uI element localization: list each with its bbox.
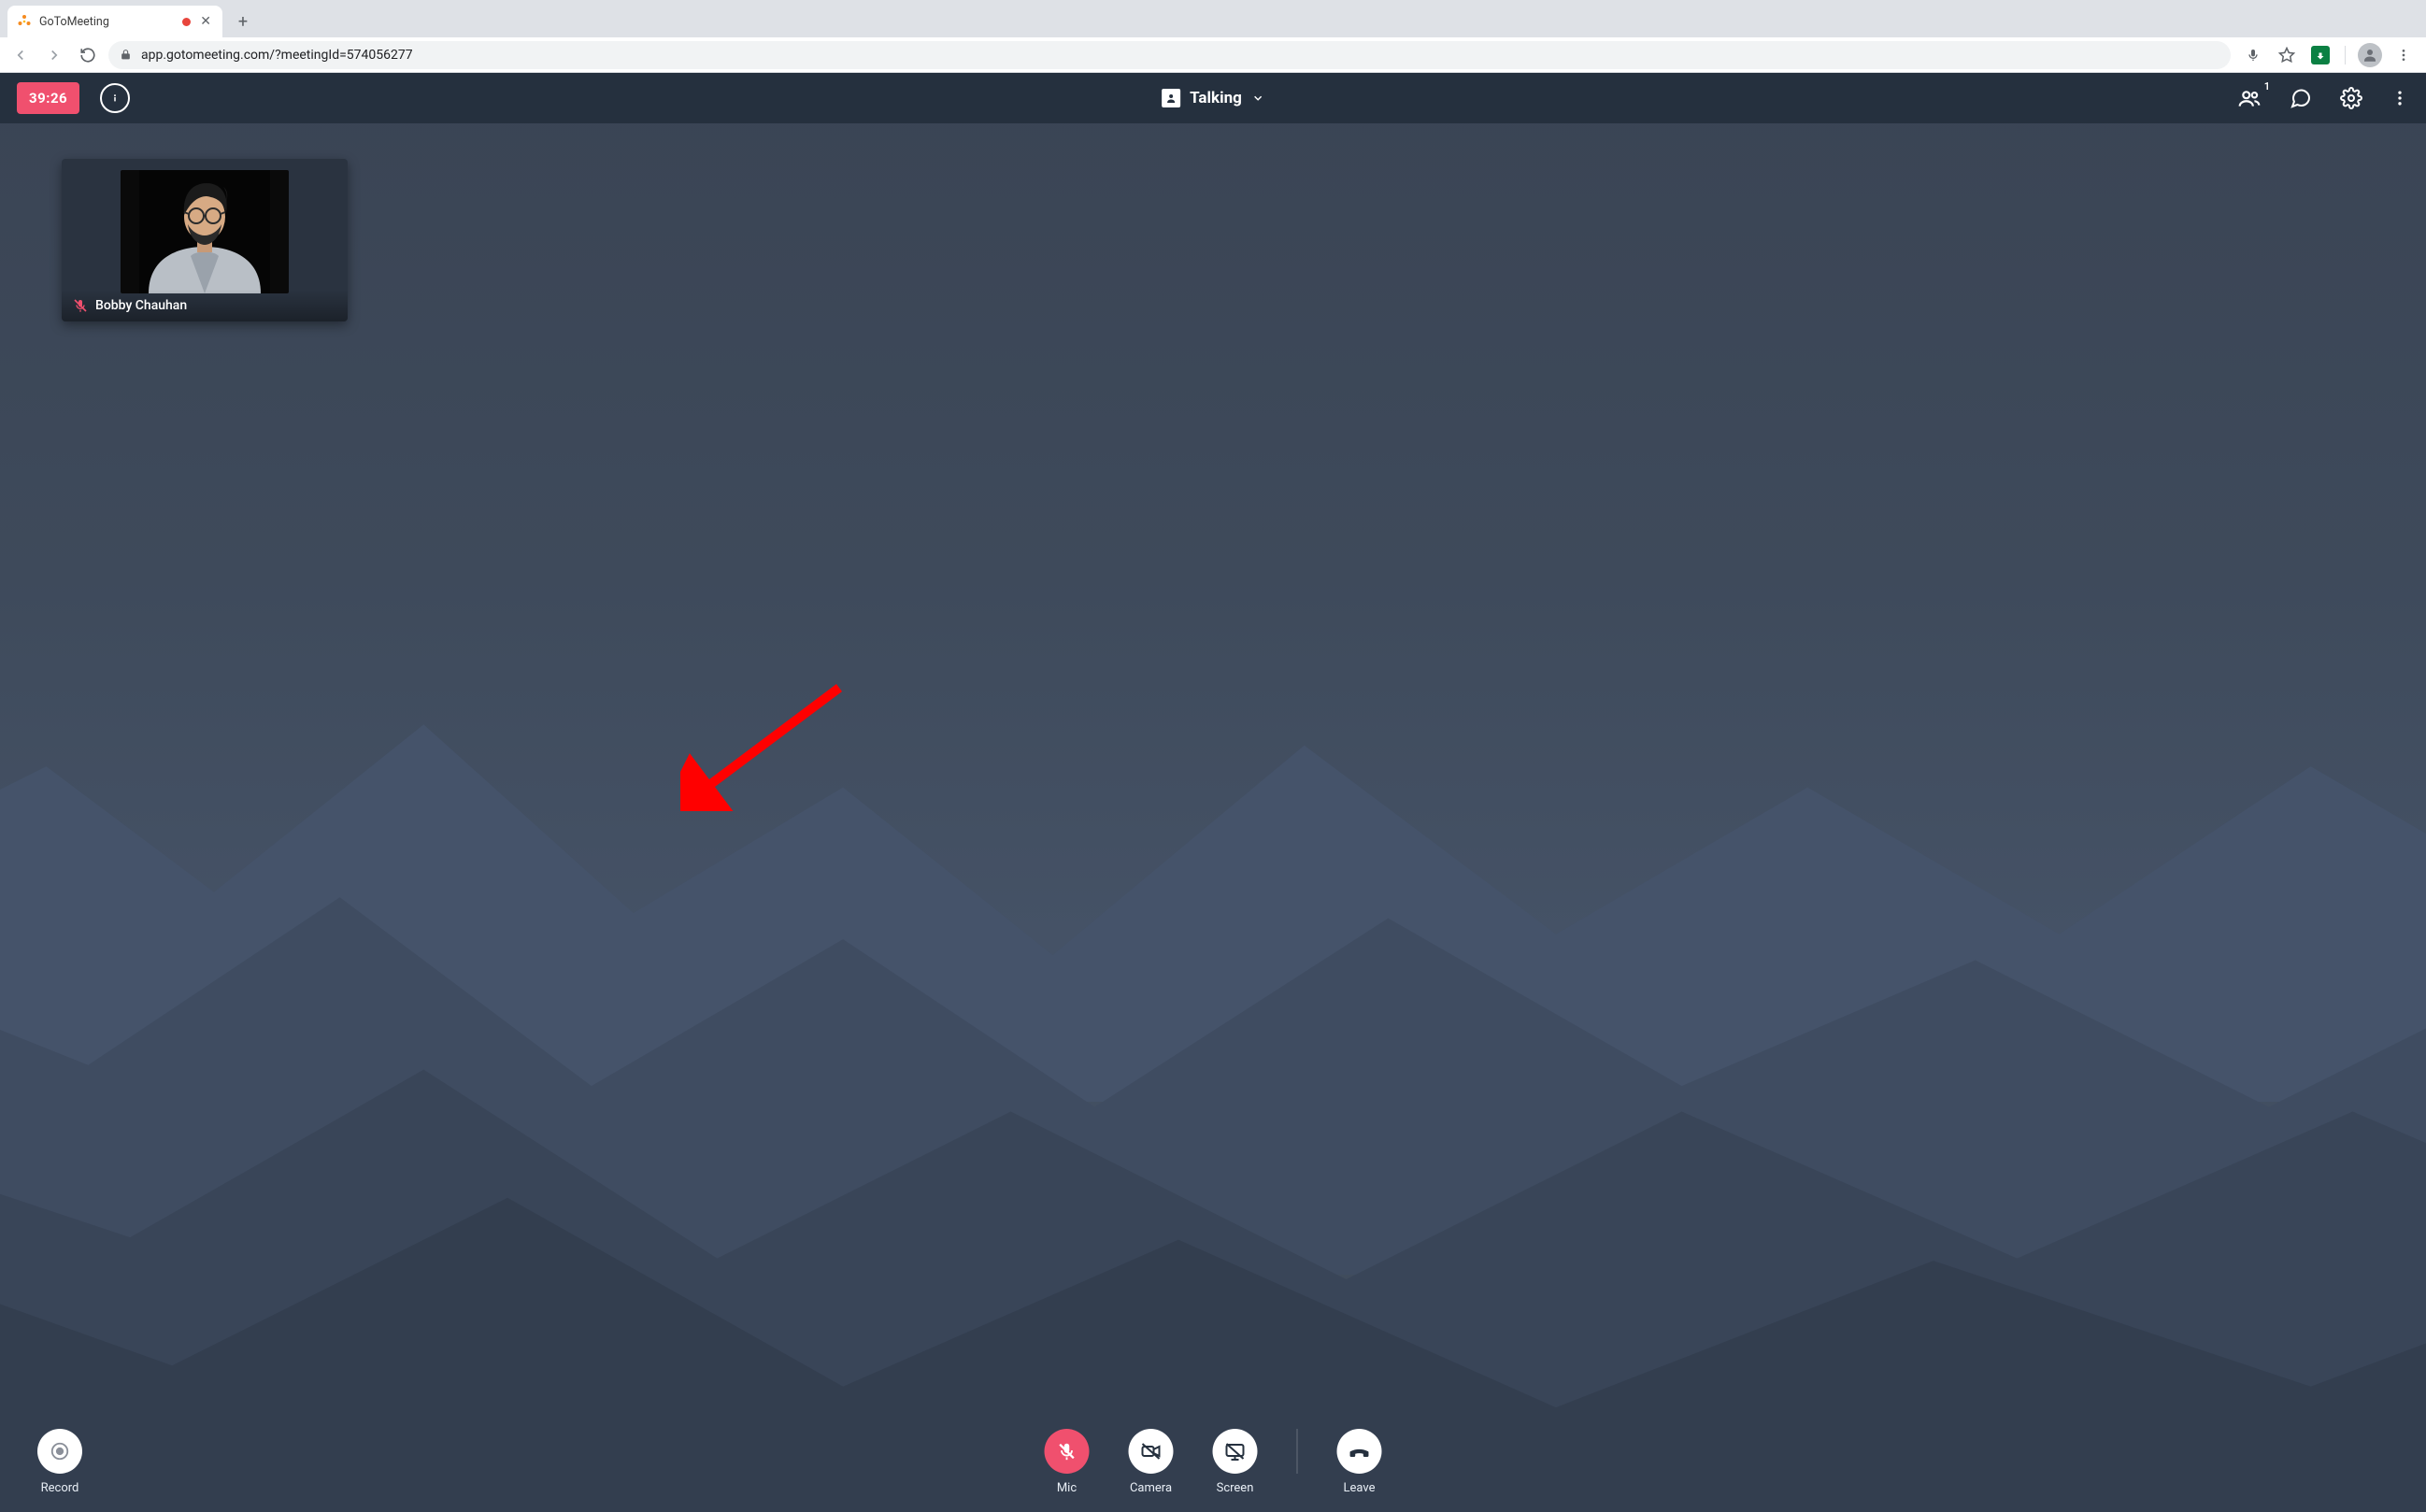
screen-label: Screen — [1217, 1481, 1254, 1495]
mic-label: Mic — [1057, 1481, 1077, 1495]
forward-button[interactable] — [41, 42, 67, 68]
chevron-down-icon — [1251, 92, 1264, 105]
close-tab-button[interactable]: ✕ — [198, 14, 213, 29]
controls-divider — [1297, 1429, 1298, 1474]
leave-button[interactable] — [1337, 1429, 1382, 1474]
speaker-view-icon — [1162, 89, 1180, 107]
participant-name: Bobby Chauhan — [95, 298, 187, 313]
record-label: Record — [41, 1481, 79, 1495]
tab-title: GoToMeeting — [39, 15, 175, 29]
view-mode-label: Talking — [1190, 89, 1242, 107]
browser-tab-strip: GoToMeeting ✕ + — [0, 0, 2426, 37]
view-mode-dropdown[interactable]: Talking — [1162, 89, 1264, 107]
camera-label: Camera — [1130, 1481, 1172, 1495]
participant-portrait — [139, 170, 270, 293]
participant-tile[interactable]: Bobby Chauhan — [62, 159, 348, 321]
back-button[interactable] — [7, 42, 34, 68]
screen-share-button[interactable] — [1213, 1429, 1258, 1474]
camera-button[interactable] — [1129, 1429, 1174, 1474]
meeting-controls: Record Mic Camera Screen — [0, 1411, 2426, 1512]
chat-button[interactable] — [2290, 87, 2312, 109]
muted-mic-icon — [73, 298, 88, 313]
divider — [2345, 46, 2346, 64]
mic-button[interactable] — [1045, 1429, 1090, 1474]
meeting-timer: 39:26 — [17, 82, 79, 114]
background-art — [0, 433, 2426, 1512]
browser-toolbar: app.gotomeeting.com/?meetingId=574056277 — [0, 37, 2426, 73]
leave-label: Leave — [1344, 1481, 1376, 1495]
participant-tile-footer: Bobby Chauhan — [62, 290, 348, 321]
meeting-info-button[interactable] — [100, 83, 130, 113]
address-bar[interactable]: app.gotomeeting.com/?meetingId=574056277 — [108, 41, 2231, 69]
settings-button[interactable] — [2340, 87, 2362, 109]
participants-count-badge: 1 — [2264, 80, 2270, 93]
participants-button[interactable]: 1 — [2237, 86, 2262, 110]
browser-menu-button[interactable] — [2389, 40, 2419, 70]
annotation-arrow — [680, 680, 849, 811]
new-tab-button[interactable]: + — [230, 8, 256, 35]
lock-icon — [120, 49, 132, 61]
url-text: app.gotomeeting.com/?meetingId=574056277 — [141, 48, 413, 63]
recording-indicator-icon — [182, 18, 191, 26]
browser-tab[interactable]: GoToMeeting ✕ — [7, 6, 222, 37]
reload-button[interactable] — [75, 42, 101, 68]
participant-video — [121, 170, 289, 293]
profile-button[interactable] — [2355, 40, 2385, 70]
bookmark-star-icon[interactable] — [2272, 40, 2302, 70]
more-options-button[interactable] — [2390, 89, 2409, 107]
record-button[interactable] — [37, 1429, 82, 1474]
voice-search-icon[interactable] — [2238, 40, 2268, 70]
gotomeeting-favicon-icon — [17, 14, 32, 29]
meeting-app: 39:26 Talking 1 — [0, 73, 2426, 1512]
extension-icon[interactable] — [2305, 40, 2335, 70]
app-top-bar: 39:26 Talking 1 — [0, 73, 2426, 123]
